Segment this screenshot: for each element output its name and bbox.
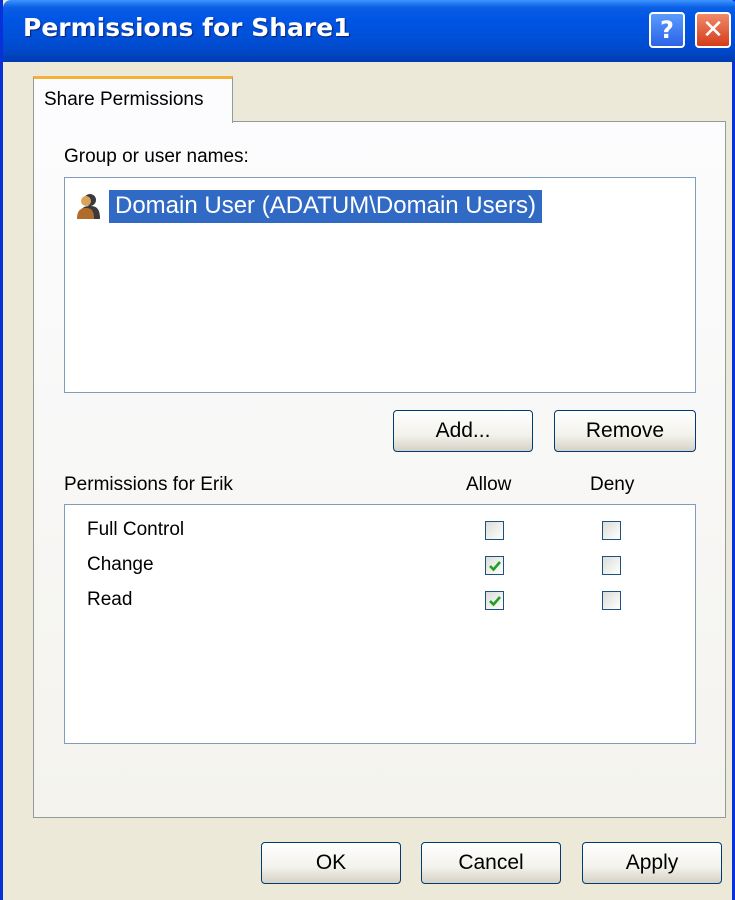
help-button[interactable]: ? bbox=[649, 12, 685, 48]
checkmark-icon bbox=[489, 596, 501, 607]
user-entry: Domain User (ADATUM\Domain Users) bbox=[109, 189, 542, 223]
remove-button[interactable]: Remove bbox=[554, 410, 696, 452]
user-group-icon bbox=[77, 194, 100, 219]
permission-name: Read bbox=[87, 589, 133, 610]
window-title: Permissions for Share1 bbox=[23, 13, 351, 42]
apply-button[interactable]: Apply bbox=[582, 842, 722, 884]
ok-button[interactable]: OK bbox=[261, 842, 401, 884]
allow-change-checkbox[interactable] bbox=[485, 556, 504, 575]
user-listbox[interactable]: Domain User (ADATUM\Domain Users) bbox=[64, 177, 696, 393]
permissions-list[interactable]: Full Control Change Read bbox=[64, 504, 696, 744]
permission-name: Change bbox=[87, 554, 154, 575]
close-icon: ✕ bbox=[702, 15, 724, 45]
checkmark-icon bbox=[489, 561, 501, 572]
allow-column-header: Allow bbox=[466, 474, 512, 495]
permissions-header: Permissions for Erik bbox=[64, 474, 233, 495]
deny-full-control-checkbox[interactable] bbox=[602, 521, 621, 540]
allow-full-control-checkbox[interactable] bbox=[485, 521, 504, 540]
add-button[interactable]: Add... bbox=[393, 410, 533, 452]
close-button[interactable]: ✕ bbox=[695, 12, 731, 48]
cancel-button[interactable]: Cancel bbox=[421, 842, 561, 884]
list-item[interactable]: Domain User (ADATUM\Domain Users) bbox=[77, 188, 542, 224]
tab-share-permissions[interactable]: Share Permissions bbox=[33, 76, 233, 123]
share-permissions-panel: Group or user names: Domain User (ADATUM… bbox=[33, 121, 726, 818]
deny-read-checkbox[interactable] bbox=[602, 591, 621, 610]
group-label: Group or user names: bbox=[64, 146, 249, 167]
deny-column-header: Deny bbox=[590, 474, 635, 495]
deny-change-checkbox[interactable] bbox=[602, 556, 621, 575]
permissions-dialog: Permissions for Share1 ? ✕ Share Permiss… bbox=[0, 0, 735, 900]
help-icon: ? bbox=[660, 16, 674, 44]
permission-name: Full Control bbox=[87, 519, 185, 540]
allow-read-checkbox[interactable] bbox=[485, 591, 504, 610]
title-bar[interactable]: Permissions for Share1 ? ✕ bbox=[3, 0, 735, 62]
